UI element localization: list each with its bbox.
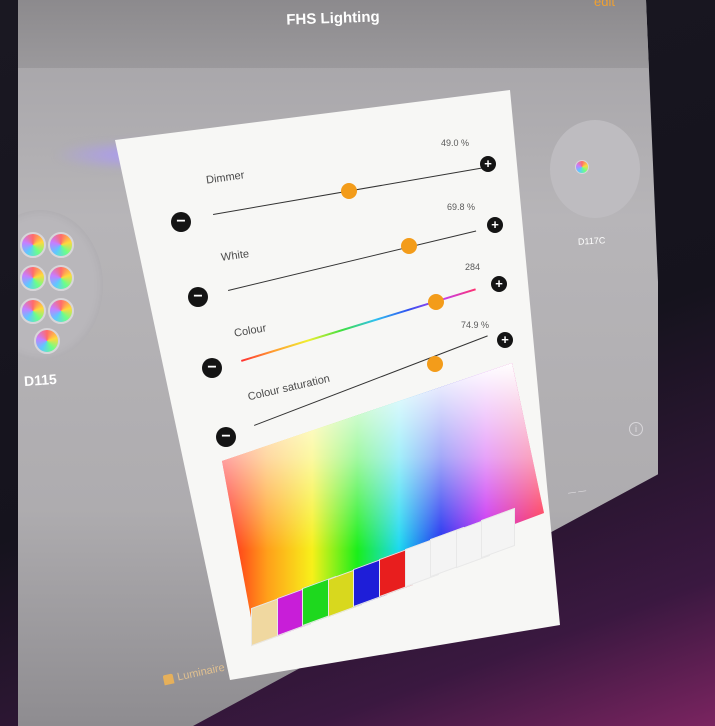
bulb-icon: [20, 298, 46, 324]
colour-decrease-button[interactable]: −: [202, 358, 222, 378]
colour-increase-button[interactable]: +: [491, 276, 507, 292]
dimmer-slider-thumb[interactable]: [341, 183, 357, 199]
dimmer-increase-button[interactable]: +: [480, 156, 496, 172]
white-decrease-button[interactable]: −: [188, 287, 208, 307]
dimmer-decrease-button[interactable]: −: [171, 212, 191, 232]
tab-luminaires-label: Luminaire: [176, 661, 226, 684]
saturation-slider-thumb[interactable]: [427, 356, 443, 372]
colour-value: 284: [465, 262, 481, 272]
bulb-icon: [20, 265, 46, 291]
white-value: 69.8 %: [447, 202, 476, 212]
top-bar: FHS Lighting edit: [18, 0, 658, 68]
dimmer-value: 49.0 %: [441, 138, 470, 148]
bulb-icon: [48, 265, 74, 291]
saturation-increase-button[interactable]: +: [497, 332, 513, 348]
colour-slider-thumb[interactable]: [428, 294, 444, 310]
app-title: FHS Lighting: [286, 8, 380, 29]
saturation-decrease-button[interactable]: −: [216, 427, 236, 447]
luminaire-d117c-tile[interactable]: [550, 120, 640, 218]
lamp-icon: [162, 673, 175, 686]
bulb-icon: [20, 232, 46, 258]
edit-button[interactable]: edit: [594, 0, 615, 9]
luminaire-d117c-label: D117C: [577, 235, 606, 247]
luminaire-d115-label: D115: [23, 370, 58, 390]
bulb-icon: [48, 232, 74, 258]
faint-status-text: — —: [567, 485, 587, 498]
tab-luminaires[interactable]: Luminaire: [162, 661, 226, 687]
info-icon[interactable]: i: [629, 422, 643, 436]
bulb-icon: [575, 160, 589, 174]
bulb-icon: [34, 328, 60, 354]
bulb-icon: [48, 298, 74, 324]
white-slider-thumb[interactable]: [401, 238, 417, 254]
white-increase-button[interactable]: +: [487, 217, 503, 233]
saturation-value: 74.9 %: [461, 320, 490, 330]
